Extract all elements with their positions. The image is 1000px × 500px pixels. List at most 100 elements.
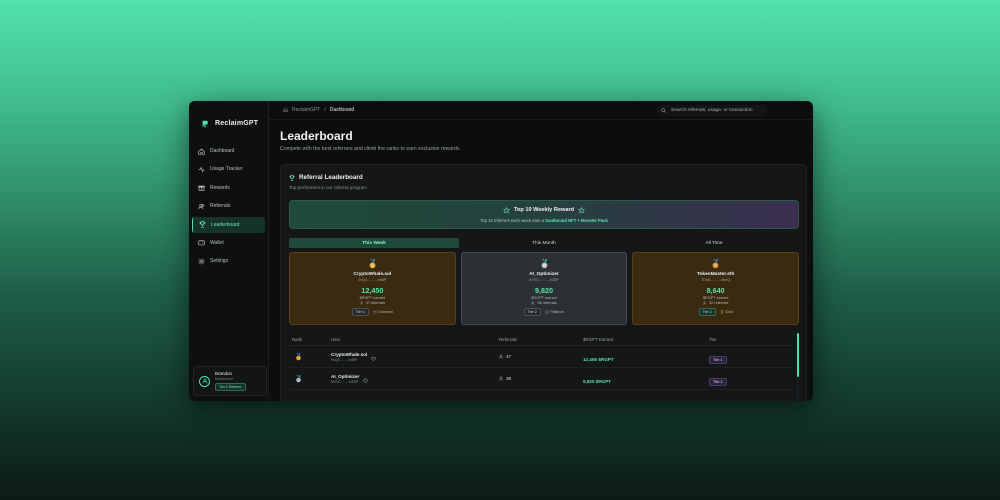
wallet-icon	[198, 239, 205, 246]
trophy-icon	[720, 310, 723, 314]
sidebar-item-label: Leaderboard	[211, 221, 240, 228]
tier-badge: Tier 2	[698, 308, 716, 316]
period-tabs: This Week This Month All Time	[289, 238, 799, 248]
leaderboard-panel: Referral Leaderboard Top performers in o…	[280, 164, 807, 401]
star-icon	[502, 206, 510, 213]
search-input[interactable]: Search referrals, usage, or transaction	[657, 105, 767, 116]
sidebar-item-rewards[interactable]: Rewards	[192, 180, 265, 196]
user-card[interactable]: Brandon brandonsol Tier 2 Referrer	[193, 366, 267, 396]
diamond-icon	[372, 311, 377, 314]
column-header[interactable]: User	[331, 337, 499, 342]
card-value: 12,450	[361, 286, 384, 295]
row-user-name: AI_Optimizer	[331, 373, 360, 379]
sidebar-item-settings[interactable]: Settings	[192, 253, 265, 269]
banner-highlight: Soulbound NFT + Booster Pack	[545, 217, 608, 223]
diamond-icon	[371, 348, 377, 366]
card-referrals: 47 referrals	[359, 301, 385, 305]
card-value: 8,640	[706, 286, 725, 295]
table-row[interactable]: CryptoWhale.sol 9xQ3.........hd8P 47 12,…	[289, 346, 792, 368]
leaderboard-table: Rank User Referrals $RGPT Earned Tier Cr…	[289, 333, 792, 390]
rank-badge: Platinum	[545, 310, 564, 314]
breadcrumb: ReclaimGPT / Dashboard	[283, 106, 355, 114]
avatar	[199, 375, 210, 387]
gold-medal-icon	[296, 352, 301, 360]
platinum-icon	[545, 310, 549, 314]
sidebar-item-wallet[interactable]: Wallet	[192, 235, 265, 251]
card-name: CryptoWhale.sol	[353, 272, 392, 277]
home-icon	[198, 148, 205, 155]
sidebar-item-label: Dashboard	[210, 148, 235, 154]
card-referrals: 32 referrals	[703, 301, 728, 305]
row-tier: Tier 2	[709, 377, 727, 386]
card-label: $RGPT earned	[359, 296, 386, 300]
search-placeholder: Search referrals, usage, or transaction	[671, 108, 753, 113]
sidebar-item-label: Usage Tracker	[210, 166, 243, 173]
scrollbar-thumb[interactable]	[797, 333, 799, 377]
gear-icon	[198, 258, 205, 265]
top-card-3[interactable]: TokenMaster.eth 7DeD...........MxrQ 8,64…	[632, 252, 800, 325]
bronze-medal-icon	[712, 259, 719, 269]
row-user-address: 9xQ3.........hd8P	[331, 357, 357, 362]
banner-text: Top 10 referrers each week earn a	[480, 217, 544, 223]
breadcrumb-root[interactable]: ReclaimGPT	[292, 107, 320, 113]
sidebar: ReclaimGPT Dashboard Usage Tracker Rewar…	[189, 101, 269, 401]
trophy-icon	[199, 221, 206, 228]
table-scrollbar[interactable]	[797, 333, 799, 401]
column-header[interactable]: Tier	[709, 337, 792, 342]
card-label: $RGPT earned	[702, 296, 729, 300]
weekly-reward-banner: Top 10 Weekly Reward Top 10 referrers ea…	[289, 200, 799, 229]
table-row[interactable]: AI_Optimizer 8YEC.........h3SP 38 9,820 …	[289, 368, 792, 390]
card-address: 8YEC...........h3SP	[529, 278, 559, 282]
row-referrals: 38	[506, 376, 512, 381]
home-icon[interactable]	[283, 106, 288, 114]
silver-medal-icon	[296, 374, 301, 382]
card-value: 9,820	[535, 286, 553, 295]
rank-badge: Diamond	[372, 310, 393, 314]
row-tier: Tier 1	[709, 355, 727, 364]
column-header[interactable]: Rank	[289, 337, 331, 342]
sidebar-item-label: Settings	[210, 258, 229, 265]
tier-badge: Tier 2	[523, 308, 541, 316]
sidebar-item-dashboard[interactable]: Dashboard	[192, 143, 265, 159]
row-earned: 9,820 $RGPT	[583, 378, 612, 384]
card-name: AI_Optimizer	[529, 272, 559, 277]
users-icon	[499, 354, 503, 359]
table-header: Rank User Referrals $RGPT Earned Tier	[289, 333, 792, 346]
breadcrumb-current: Dashboard	[329, 107, 355, 113]
top-card-2[interactable]: AI_Optimizer 8YEC...........h3SP 9,820 $…	[460, 252, 628, 325]
user-tier-badge: Tier 2 Referrer	[215, 383, 246, 391]
row-user-address: 8YEC.........h3SP	[331, 379, 359, 384]
sidebar-item-referrals[interactable]: Referrals	[192, 198, 265, 214]
panel-subtitle: Top performers in our referral program	[289, 185, 367, 190]
card-label: $RGPT earned	[531, 296, 557, 300]
rank-badge: Gold	[720, 310, 733, 314]
banner-title: Top 10 Weekly Reward	[513, 207, 575, 213]
user-icon	[202, 378, 207, 384]
tier-badge: Tier 1	[351, 308, 369, 316]
panel-title: Referral Leaderboard	[299, 174, 363, 181]
brand[interactable]: ReclaimGPT	[189, 101, 268, 135]
brand-name: ReclaimGPT	[215, 120, 259, 127]
page-subtitle: Compete with the best referrers and clim…	[280, 146, 461, 152]
card-address: 7DeD...........MxrQ	[701, 278, 731, 282]
users-icon	[531, 301, 535, 305]
activity-icon	[198, 166, 205, 173]
card-address: 9xQ3...........hd8P	[358, 278, 387, 282]
sidebar-item-label: Referrals	[210, 203, 231, 210]
star-icon	[578, 206, 585, 213]
tab-this-month[interactable]: This Month	[459, 238, 629, 248]
column-header[interactable]: Referrals	[499, 337, 583, 342]
sidebar-item-usage-tracker[interactable]: Usage Tracker	[192, 161, 265, 177]
top-card-1[interactable]: CryptoWhale.sol 9xQ3...........hd8P 12,4…	[289, 252, 456, 325]
row-user-name: CryptoWhale.sol	[331, 351, 368, 357]
column-header[interactable]: $RGPT Earned	[583, 337, 709, 342]
logo-icon	[201, 120, 209, 128]
tab-all-time[interactable]: All Time	[629, 238, 799, 248]
breadcrumb-separator: /	[324, 107, 326, 113]
tab-this-week[interactable]: This Week	[289, 238, 459, 248]
main-content: ReclaimGPT / Dashboard Search referrals,…	[269, 101, 813, 401]
users-icon	[499, 376, 503, 381]
user-handle: brandonsol	[215, 377, 233, 381]
page-title: Leaderboard	[280, 129, 353, 143]
sidebar-item-leaderboard[interactable]: Leaderboard	[192, 216, 265, 233]
